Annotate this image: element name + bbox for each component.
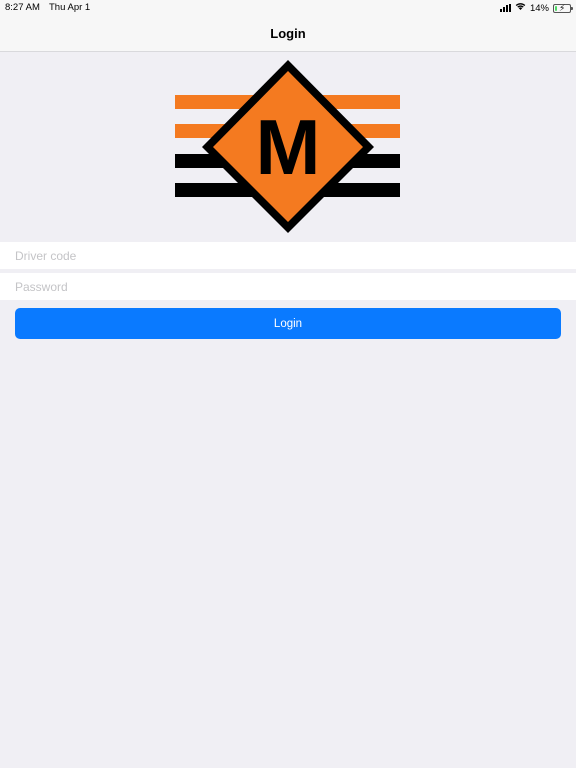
navigation-bar: Login — [0, 16, 576, 52]
battery-charging-icon: ⚡ — [553, 3, 573, 13]
driver-code-field[interactable] — [0, 242, 576, 269]
status-time: 8:27 AM — [5, 2, 40, 13]
logo-graphic: M — [175, 60, 400, 233]
wifi-icon — [515, 2, 526, 14]
status-date: Thu Apr 1 — [49, 2, 91, 13]
status-indicators: 14% ⚡ — [499, 2, 573, 14]
battery-percent: 14% — [529, 2, 549, 14]
page-title: Login — [270, 26, 306, 41]
company-logo: M — [170, 56, 406, 236]
password-input[interactable] — [0, 273, 576, 300]
login-button[interactable]: Login — [15, 308, 561, 339]
password-field[interactable] — [0, 273, 576, 300]
driver-code-input[interactable] — [0, 242, 576, 269]
logo-letter: M — [256, 103, 321, 191]
status-bar: 8:27 AM Thu Apr 1 14% ⚡ — [0, 0, 576, 16]
signal-icon — [499, 4, 511, 12]
